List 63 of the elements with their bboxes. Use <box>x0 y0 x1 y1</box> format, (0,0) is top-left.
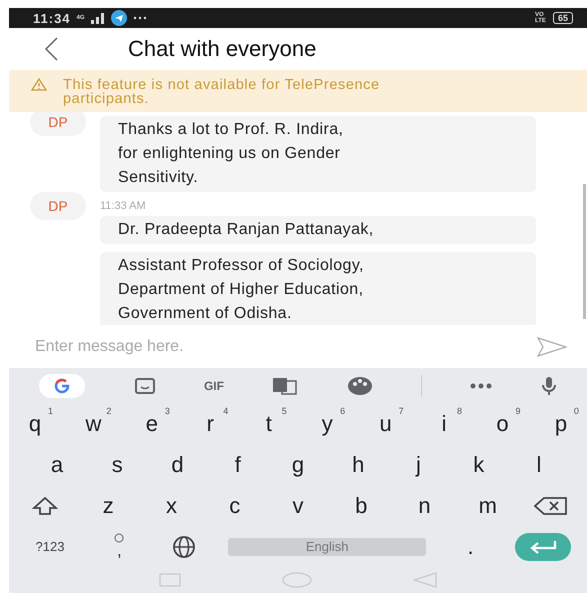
translate-button[interactable] <box>272 376 298 394</box>
key[interactable]: s <box>97 446 138 482</box>
key[interactable]: j <box>398 446 438 482</box>
message-time: 11:33 AM <box>100 200 147 212</box>
period-key[interactable]: . <box>450 528 491 564</box>
message-bubble: Assistant Professor of Sociology, Department of Higher Education, Government of Odisha. <box>100 252 536 325</box>
key[interactable]: l <box>519 446 559 482</box>
key[interactable]: z <box>88 488 128 524</box>
translate-icon <box>272 376 298 394</box>
key[interactable]: n <box>404 488 444 524</box>
key[interactable]: r 4 <box>190 406 230 442</box>
warning-text: This feature is not available for TelePresence participants. <box>63 78 381 106</box>
palette-button[interactable] <box>346 376 373 396</box>
sticker-button[interactable] <box>134 376 156 394</box>
key[interactable]: c <box>214 488 255 524</box>
back-icon[interactable] <box>44 37 58 61</box>
palette-icon <box>346 376 373 396</box>
key[interactable]: b <box>341 488 382 524</box>
key[interactable]: h <box>338 446 378 482</box>
battery-level: 65 <box>552 12 573 24</box>
key[interactable]: d <box>158 446 198 482</box>
key[interactable]: a <box>37 446 77 482</box>
key[interactable]: w 2 <box>73 406 114 442</box>
key[interactable]: g <box>278 446 318 482</box>
sticker-icon <box>134 376 156 394</box>
avatar: DP <box>30 192 86 220</box>
key[interactable]: v <box>278 488 318 524</box>
key[interactable]: m <box>468 488 508 524</box>
globe-icon <box>172 534 196 558</box>
mic-button[interactable] <box>540 376 557 396</box>
warning-icon <box>31 78 47 91</box>
header-title: Chat with everyone <box>128 36 316 62</box>
message-bubble: Dr. Pradeepta Ranjan Pattanayak, <box>100 216 536 244</box>
key[interactable]: u 7 <box>366 406 406 442</box>
shift-icon <box>32 496 58 514</box>
key[interactable]: f <box>218 446 258 482</box>
message-bubble: Thanks a lot to Prof. R. Indira, for enlightening us on Gender Sensitivity. <box>100 116 536 192</box>
gif-button[interactable]: GIF <box>204 378 224 392</box>
status-time: 11:34 <box>33 10 71 26</box>
key[interactable]: i 8 <box>424 406 464 442</box>
enter-icon <box>528 540 557 554</box>
key[interactable]: k <box>458 446 499 482</box>
mic-icon <box>540 376 557 396</box>
key[interactable]: o 9 <box>482 406 522 442</box>
google-button[interactable] <box>39 374 86 398</box>
key[interactable]: p 0 <box>540 406 581 442</box>
key[interactable]: x <box>152 488 192 524</box>
telegram-icon <box>110 10 127 26</box>
symbols-key[interactable]: ?123 <box>25 528 75 564</box>
signal-icon <box>90 12 105 24</box>
google-icon <box>53 376 72 394</box>
key[interactable]: q 1 <box>15 406 55 442</box>
more-icon <box>470 382 492 388</box>
avatar: DP <box>30 112 86 136</box>
enter-key[interactable] <box>514 532 571 560</box>
comma-key[interactable]: , <box>99 528 140 564</box>
backspace-icon <box>534 496 568 514</box>
more-button[interactable] <box>470 382 492 388</box>
emoji-icon <box>114 532 124 542</box>
key[interactable]: e 3 <box>132 406 172 442</box>
key[interactable]: y 6 <box>307 406 348 442</box>
key[interactable]: t 5 <box>248 406 289 442</box>
more-icon <box>132 16 147 20</box>
